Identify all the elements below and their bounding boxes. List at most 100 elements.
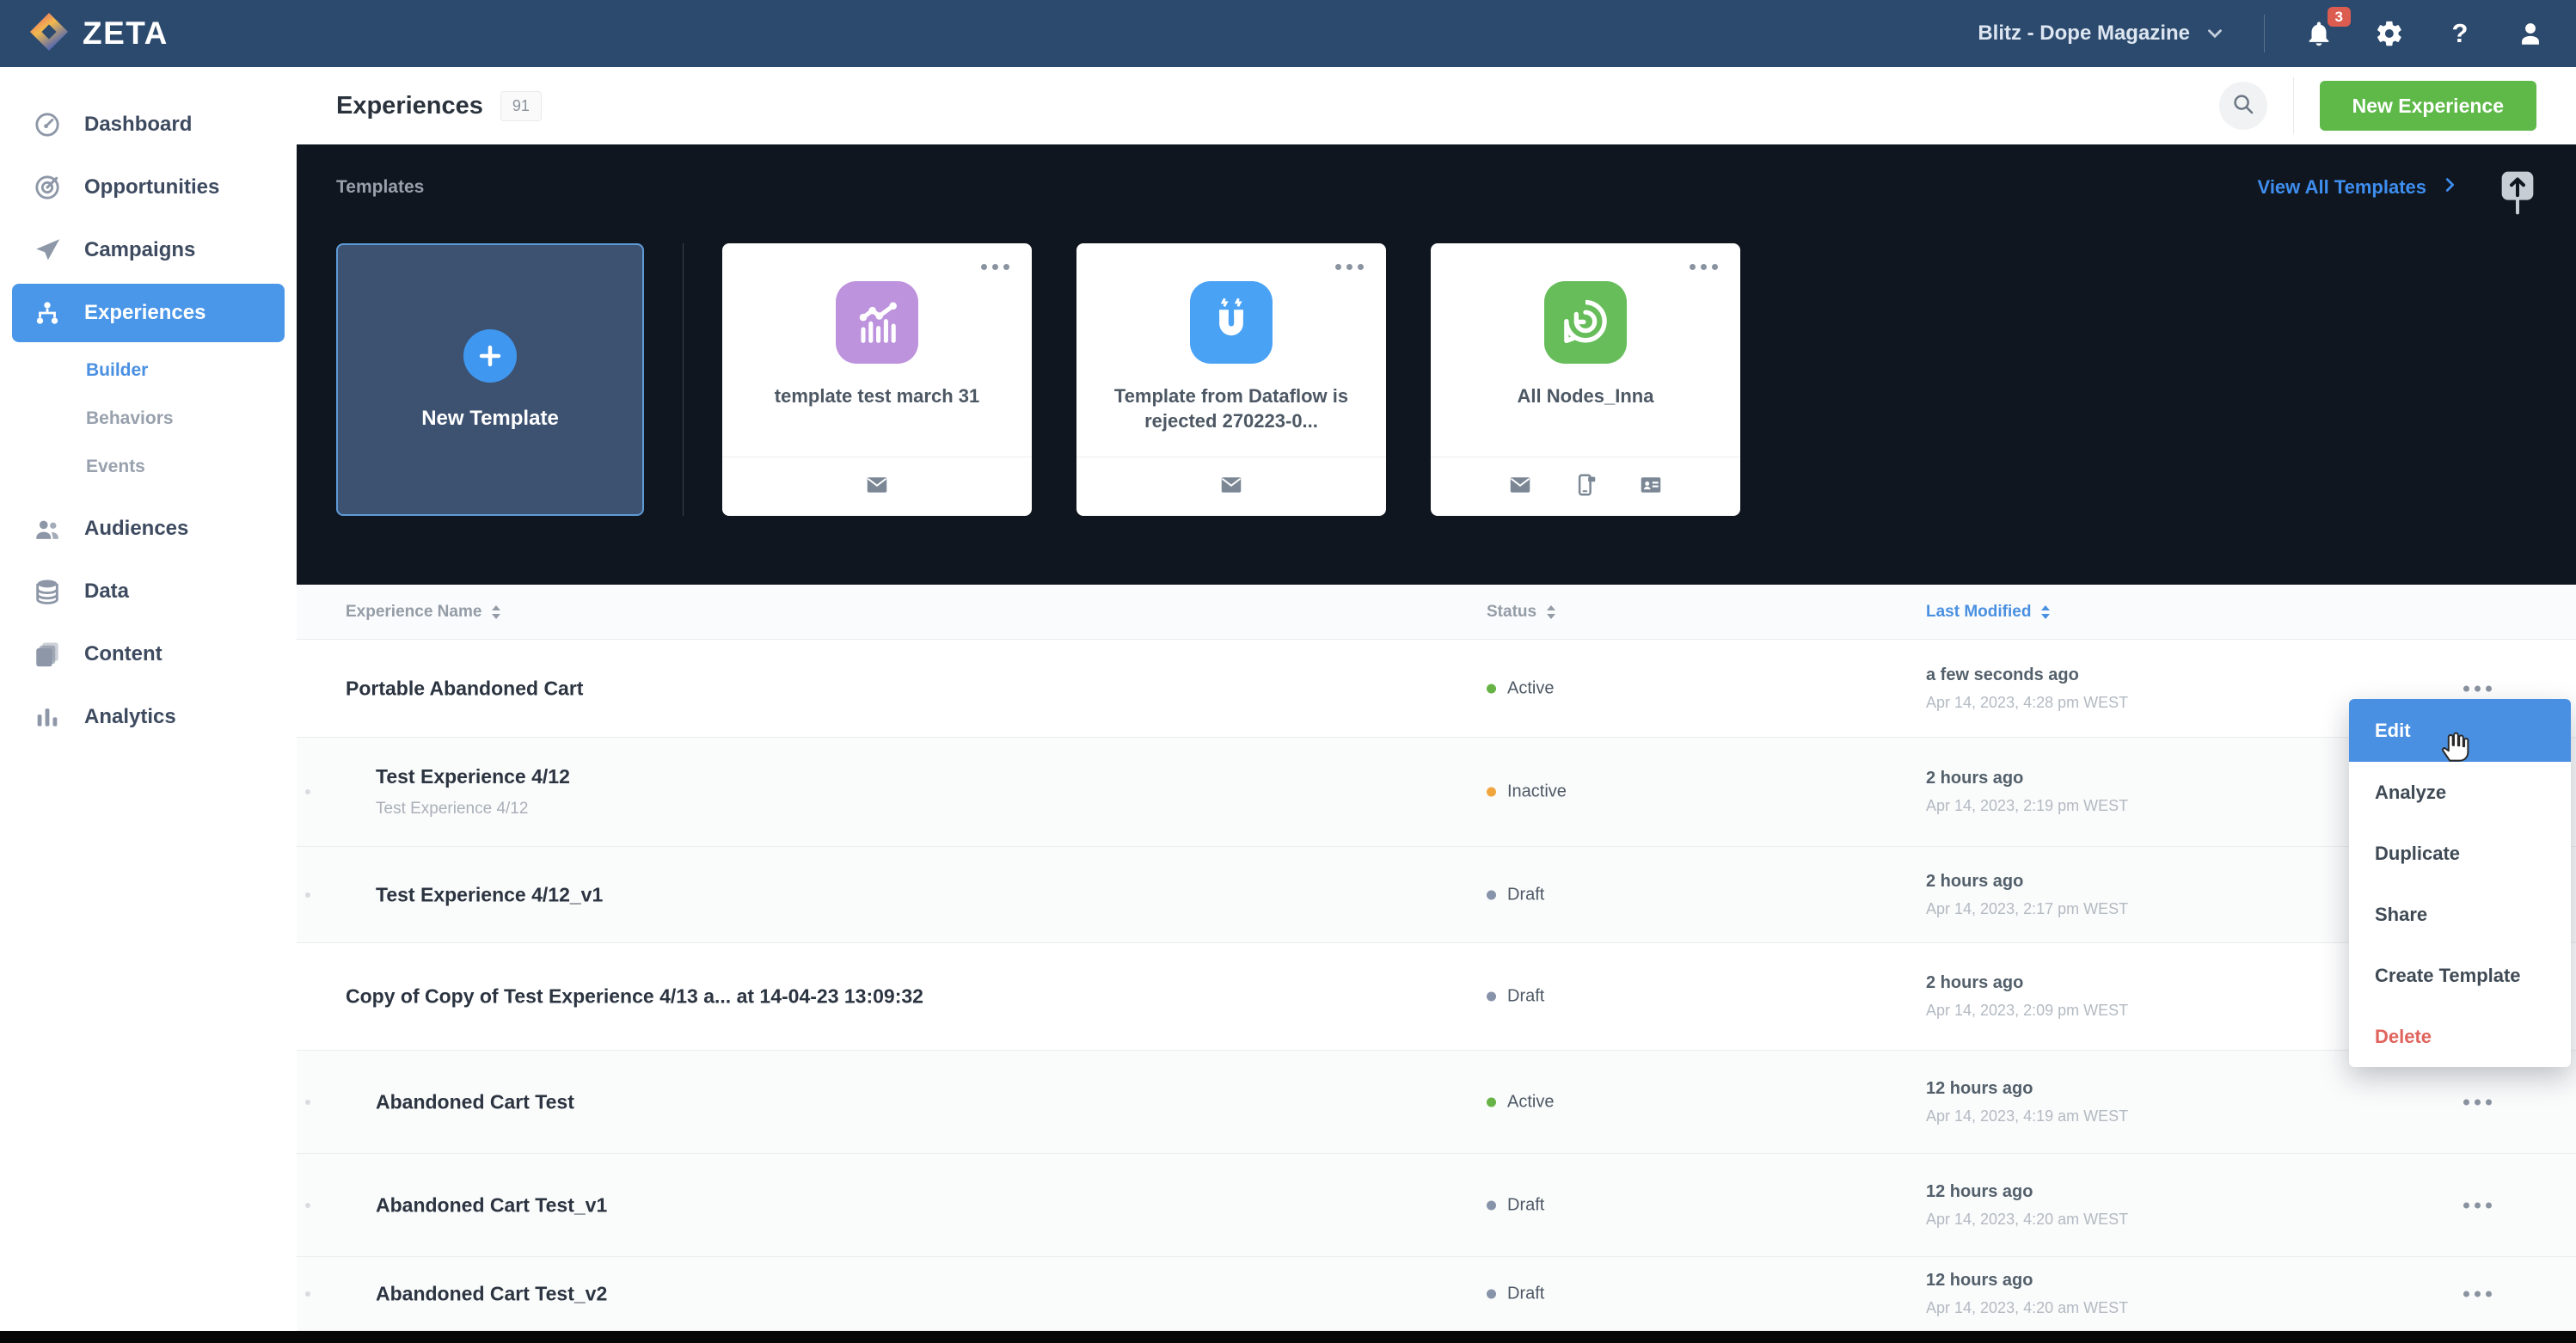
status-cell: Draft xyxy=(1487,1195,1544,1215)
table-row[interactable]: Abandoned Cart TestActive12 hours agoApr… xyxy=(297,1051,2576,1154)
sidebar-item-content[interactable]: Content xyxy=(12,625,285,684)
menu-item-edit[interactable]: Edit xyxy=(2349,699,2571,762)
sidebar-item-label: Audiences xyxy=(84,517,188,541)
status-cell: Inactive xyxy=(1487,782,1567,802)
top-nav-bar: ZETA Blitz - Dope Magazine 3 ? xyxy=(0,0,2576,67)
table-row[interactable]: Copy of Copy of Test Experience 4/13 a..… xyxy=(297,943,2576,1051)
card-menu-dots-icon[interactable] xyxy=(1684,259,1723,275)
experience-name-cell: Test Experience 4/12Test Experience 4/12 xyxy=(376,765,570,819)
header-actions: New Experience xyxy=(2219,77,2536,134)
row-menu-dots-icon[interactable] xyxy=(2456,1284,2499,1303)
row-menu-dots-icon[interactable] xyxy=(2456,1195,2499,1215)
brand[interactable]: ZETA xyxy=(29,12,169,56)
sidebar-item-label: Opportunities xyxy=(84,175,219,199)
template-card[interactable]: All Nodes_Inna xyxy=(1431,243,1740,516)
status-label: Draft xyxy=(1507,1284,1544,1303)
experience-name: Portable Abandoned Cart xyxy=(346,677,583,700)
new-experience-button[interactable]: New Experience xyxy=(2320,81,2536,131)
templates-header: Templates View All Templates xyxy=(297,144,2576,206)
modified-relative: a few seconds ago xyxy=(1926,665,2128,685)
sidebar-item-label: Content xyxy=(84,642,163,666)
sidebar-item-campaigns[interactable]: Campaigns xyxy=(12,221,285,279)
row-menu-dots-icon[interactable] xyxy=(2456,678,2499,698)
modified-relative: 2 hours ago xyxy=(1926,872,2128,892)
menu-item-label: Delete xyxy=(2375,1026,2432,1048)
column-header-experience-name[interactable]: Experience Name xyxy=(346,585,500,639)
modified-relative: 12 hours ago xyxy=(1926,1271,2128,1291)
sidebar-subitem-behaviors[interactable]: Behaviors xyxy=(0,395,297,443)
status-label: Active xyxy=(1507,1092,1554,1112)
status-dot xyxy=(1487,1289,1496,1298)
export-templates-icon[interactable] xyxy=(2499,169,2536,206)
nodes-icon xyxy=(1544,281,1627,364)
sidebar-item-data[interactable]: Data xyxy=(12,562,285,621)
row-menu-dots-icon[interactable] xyxy=(2456,1092,2499,1112)
template-card[interactable]: template test march 31 xyxy=(722,243,1032,516)
experience-name-cell: Abandoned Cart Test xyxy=(376,1090,574,1113)
new-template-label: New Template xyxy=(421,407,559,431)
card-menu-dots-icon[interactable] xyxy=(1330,259,1369,275)
email-channel-icon xyxy=(1218,472,1244,502)
template-card-title: Template from Dataflow is rejected 27022… xyxy=(1098,384,1365,433)
row-indent-marker xyxy=(305,789,310,794)
column-header-last-modified[interactable]: Last Modified xyxy=(1926,585,2050,639)
new-template-card[interactable]: New Template xyxy=(336,243,644,516)
column-header-status[interactable]: Status xyxy=(1487,585,1555,639)
last-modified-cell: 12 hours agoApr 14, 2023, 4:20 am WEST xyxy=(1926,1182,2128,1229)
email-channel-icon xyxy=(1507,472,1533,502)
zeta-app: ZETA Blitz - Dope Magazine 3 ? Dash xyxy=(0,0,2576,1343)
modified-relative: 2 hours ago xyxy=(1926,973,2128,993)
sidebar-item-dashboard[interactable]: Dashboard xyxy=(12,95,285,154)
settings-gear-icon[interactable] xyxy=(2373,17,2406,50)
status-cell: Draft xyxy=(1487,885,1544,905)
menu-item-duplicate[interactable]: Duplicate xyxy=(2349,823,2571,884)
view-all-templates-label: View All Templates xyxy=(2258,176,2426,199)
template-card[interactable]: Template from Dataflow is rejected 27022… xyxy=(1076,243,1386,516)
account-switcher[interactable]: Blitz - Dope Magazine xyxy=(1978,21,2226,46)
modified-date: Apr 14, 2023, 4:20 am WEST xyxy=(1926,1299,2128,1317)
menu-item-create-template[interactable]: Create Template xyxy=(2349,945,2571,1006)
table-row[interactable]: Abandoned Cart Test_v2Draft12 hours agoA… xyxy=(297,1257,2576,1331)
table-row[interactable]: Test Experience 4/12Test Experience 4/12… xyxy=(297,738,2576,847)
experience-name: Abandoned Cart Test xyxy=(376,1090,574,1113)
modified-date: Apr 14, 2023, 2:09 pm WEST xyxy=(1926,1002,2128,1020)
sidebar-subitem-events[interactable]: Events xyxy=(0,443,297,491)
menu-item-share[interactable]: Share xyxy=(2349,884,2571,945)
status-cell: Active xyxy=(1487,1092,1554,1112)
user-avatar-icon[interactable] xyxy=(2514,17,2547,50)
sidebar-item-experiences[interactable]: Experiences xyxy=(12,284,285,342)
cursor-hand-icon xyxy=(2435,725,2475,764)
menu-item-delete[interactable]: Delete xyxy=(2349,1006,2571,1067)
opportunities-icon xyxy=(33,173,62,202)
sidebar-subitem-builder[interactable]: Builder xyxy=(0,346,297,395)
experience-name-cell: Test Experience 4/12_v1 xyxy=(376,883,603,906)
topbar-right: Blitz - Dope Magazine 3 ? xyxy=(1978,15,2547,52)
notifications-bell-icon[interactable]: 3 xyxy=(2303,17,2335,50)
help-icon[interactable]: ? xyxy=(2444,17,2476,50)
templates-label: Templates xyxy=(336,177,424,198)
experience-subtitle: Test Experience 4/12 xyxy=(376,800,570,819)
sort-icon xyxy=(492,605,500,619)
sidebar-item-label: Dashboard xyxy=(84,113,192,137)
cards-divider xyxy=(683,243,684,516)
menu-item-analyze[interactable]: Analyze xyxy=(2349,762,2571,823)
table-row[interactable]: Test Experience 4/12_v1Draft2 hours agoA… xyxy=(297,847,2576,943)
sidebar-item-analytics[interactable]: Analytics xyxy=(12,688,285,746)
audiences-icon xyxy=(33,514,62,543)
card-menu-dots-icon[interactable] xyxy=(976,259,1015,275)
column-label: Status xyxy=(1487,603,1536,622)
table-row[interactable]: Portable Abandoned CartActivea few secon… xyxy=(297,640,2576,738)
menu-item-label: Share xyxy=(2375,904,2427,926)
sidebar-item-label: Experiences xyxy=(84,301,205,325)
sidebar-item-opportunities[interactable]: Opportunities xyxy=(12,158,285,217)
template-card-title: All Nodes_Inna xyxy=(1452,384,1719,409)
status-dot xyxy=(1487,992,1496,1002)
analytics-icon xyxy=(33,702,62,732)
menu-item-label: Edit xyxy=(2375,720,2411,742)
sidebar-sub-list: BuilderBehaviorsEvents xyxy=(0,346,297,491)
mobile-channel-icon xyxy=(1573,472,1598,502)
search-button[interactable] xyxy=(2219,82,2267,130)
table-row[interactable]: Abandoned Cart Test_v1Draft12 hours agoA… xyxy=(297,1154,2576,1257)
view-all-templates-link[interactable]: View All Templates xyxy=(2258,175,2459,199)
sidebar-item-audiences[interactable]: Audiences xyxy=(12,500,285,558)
